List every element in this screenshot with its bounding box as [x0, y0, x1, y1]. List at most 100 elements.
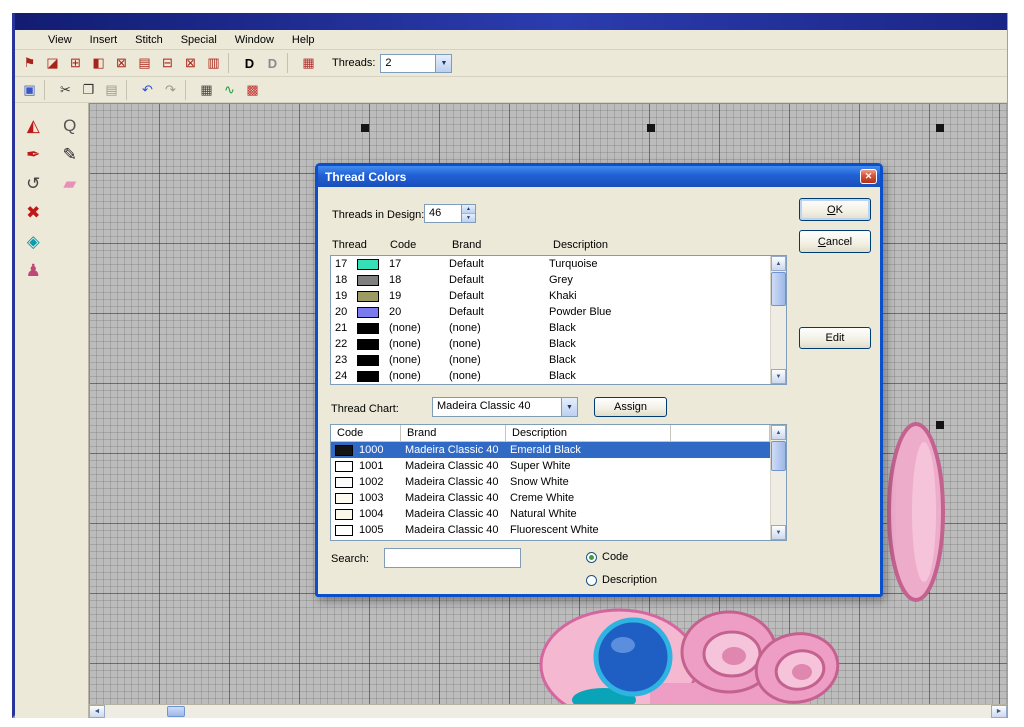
scroll-thumb[interactable] — [167, 706, 185, 717]
french-knot-icon[interactable]: ⊠ — [180, 53, 201, 74]
chart-thread-row[interactable]: 1005Madeira Classic 40Fluorescent White — [331, 522, 770, 538]
selection-handle[interactable] — [647, 124, 655, 132]
selection-handle[interactable] — [936, 421, 944, 429]
horizontal-scrollbar[interactable]: ◄ ► — [89, 704, 1007, 718]
chevron-down-icon[interactable]: ▼ — [561, 398, 577, 416]
cut-icon[interactable]: ✂ — [55, 79, 76, 100]
thread-code: 20 — [389, 306, 449, 318]
radio-description-indicator[interactable] — [586, 575, 597, 586]
menu-item-special[interactable]: Special — [172, 32, 226, 48]
full-stitch-tool-icon[interactable]: ✖ — [26, 204, 40, 221]
full-grid-icon[interactable]: ⊞ — [65, 53, 86, 74]
thread-description: Powder Blue — [549, 306, 770, 318]
desktop: ViewInsertStitchSpecialWindowHelp ⚑◪⊞◧⊠▤… — [0, 0, 1024, 727]
chart-color-swatch — [335, 525, 359, 536]
chart-thread-row[interactable]: 1000Madeira Classic 40Emerald Black — [331, 442, 770, 458]
design-thread-row[interactable]: 2020DefaultPowder Blue — [331, 304, 770, 320]
pencil-tool-icon[interactable]: ✎ — [63, 146, 77, 163]
design-thread-row[interactable]: 1919DefaultKhaki — [331, 288, 770, 304]
stamp-tool-icon[interactable]: ♟ — [26, 262, 41, 279]
menu-item-stitch[interactable]: Stitch — [126, 32, 172, 48]
eraser-tool-icon[interactable]: ▰ — [63, 175, 76, 192]
design-thread-row[interactable]: 1717DefaultTurquoise — [331, 256, 770, 272]
chart-thread-row[interactable]: 1002Madeira Classic 40Snow White — [331, 474, 770, 490]
selection-handle[interactable] — [936, 124, 944, 132]
paste-icon[interactable]: ▤ — [101, 79, 122, 100]
cancel-button[interactable]: Cancel — [799, 230, 871, 253]
design-thread-list[interactable]: 1717DefaultTurquoise1818DefaultGrey1919D… — [330, 255, 787, 385]
petite-stitch-icon[interactable]: ⊠ — [111, 53, 132, 74]
undo-icon[interactable]: ↶ — [137, 79, 158, 100]
assign-button[interactable]: Assign — [594, 397, 667, 417]
bead-icon[interactable]: ▥ — [203, 53, 224, 74]
design-thread-row[interactable]: 23(none)(none)Black — [331, 352, 770, 368]
ok-button[interactable]: OK — [799, 198, 871, 221]
radio-description[interactable]: Description — [586, 574, 657, 586]
scroll-up-button[interactable]: ▲ — [771, 256, 786, 271]
chart-thread-row[interactable]: 1004Madeira Classic 40Natural White — [331, 506, 770, 522]
chevron-down-icon[interactable]: ▼ — [435, 55, 451, 72]
menu-item-window[interactable]: Window — [226, 32, 283, 48]
pen-tool-icon[interactable]: ✒ — [26, 146, 40, 163]
radio-code-indicator[interactable] — [586, 552, 597, 563]
grid-toggle-icon[interactable]: ▦ — [196, 79, 217, 100]
edit-button[interactable]: Edit — [799, 327, 871, 349]
palette-grid-icon[interactable]: ▦ — [298, 53, 319, 74]
copy-icon[interactable]: ❐ — [78, 79, 99, 100]
radio-code[interactable]: Code — [586, 551, 628, 563]
redo-icon[interactable]: ↷ — [160, 79, 181, 100]
menu-item-insert[interactable]: Insert — [81, 32, 127, 48]
chart-thread-row[interactable]: 1003Madeira Classic 40Creme White — [331, 490, 770, 506]
design-thread-row[interactable]: 24(none)(none)Black — [331, 368, 770, 384]
quarter-stitch-icon[interactable]: ◧ — [88, 53, 109, 74]
pointer-tool-icon[interactable]: ◭ — [27, 117, 40, 134]
pattern-flag-icon[interactable]: ⚑ — [19, 53, 40, 74]
chart-thread-row[interactable]: 1001Madeira Classic 40Super White — [331, 458, 770, 474]
menu-item-help[interactable]: Help — [283, 32, 324, 48]
thread-number: 18 — [335, 274, 357, 286]
threads-in-design-spinner[interactable]: 46 ▲ ▼ — [424, 204, 476, 223]
thread-brand: Default — [449, 306, 549, 318]
scroll-down-button[interactable]: ▼ — [771, 525, 786, 540]
close-icon[interactable]: ✕ — [860, 169, 877, 184]
scroll-left-button[interactable]: ◄ — [89, 705, 105, 718]
chart-thread-list[interactable]: Code Brand Description 1000Madeira Class… — [330, 424, 787, 541]
chart-view-icon[interactable]: ∿ — [219, 79, 240, 100]
design-thread-row[interactable]: 1818DefaultGrey — [331, 272, 770, 288]
scroll-up-button[interactable]: ▲ — [771, 425, 786, 440]
scroll-thumb[interactable] — [771, 441, 786, 471]
search-input[interactable] — [384, 548, 521, 568]
outline-box-icon[interactable]: ⊟ — [157, 53, 178, 74]
scroll-right-button[interactable]: ► — [991, 705, 1007, 718]
fill-tool-icon[interactable]: ◈ — [27, 233, 40, 250]
thread-brand: Default — [449, 290, 549, 302]
thread-description: Black — [549, 322, 770, 334]
save-icon[interactable]: ▣ — [19, 79, 40, 100]
threads-combobox[interactable]: 2 ▼ — [380, 54, 452, 73]
tool-palette: ◭ Q ✒ ✎ ↺ ▰ ✖ ◈ ♟ — [15, 103, 89, 718]
symbols-view-icon[interactable]: ▩ — [242, 79, 263, 100]
design-list-scrollbar[interactable]: ▲ ▼ — [770, 256, 786, 384]
design-thread-row[interactable]: 21(none)(none)Black — [331, 320, 770, 336]
design-outline-d-icon[interactable]: D — [262, 53, 283, 74]
back-stitch-icon[interactable]: ▤ — [134, 53, 155, 74]
app-titlebar[interactable] — [15, 13, 1007, 30]
design-solid-d-icon[interactable]: D — [239, 53, 260, 74]
design-col-thread: Thread — [332, 239, 367, 251]
scroll-thumb[interactable] — [771, 272, 786, 306]
chart-list-scrollbar[interactable]: ▲ ▼ — [770, 425, 786, 540]
spin-down-button[interactable]: ▼ — [462, 214, 475, 222]
design-thread-row[interactable]: 22(none)(none)Black — [331, 336, 770, 352]
chart-code: 1004 — [359, 508, 405, 520]
thread-chart-combobox[interactable]: Madeira Classic 40 ▼ — [432, 397, 578, 417]
rotate-tool-icon[interactable]: ↺ — [26, 175, 40, 192]
menu-item-view[interactable]: View — [39, 32, 81, 48]
selection-handle[interactable] — [361, 124, 369, 132]
dialog-titlebar[interactable]: Thread Colors — [318, 166, 880, 187]
spin-up-button[interactable]: ▲ — [462, 205, 475, 214]
half-stitch-icon[interactable]: ◪ — [42, 53, 63, 74]
scroll-down-button[interactable]: ▼ — [771, 369, 786, 384]
thread-brand: (none) — [449, 354, 549, 366]
thread-description: Turquoise — [549, 258, 770, 270]
zoom-tool-icon[interactable]: Q — [63, 117, 76, 134]
